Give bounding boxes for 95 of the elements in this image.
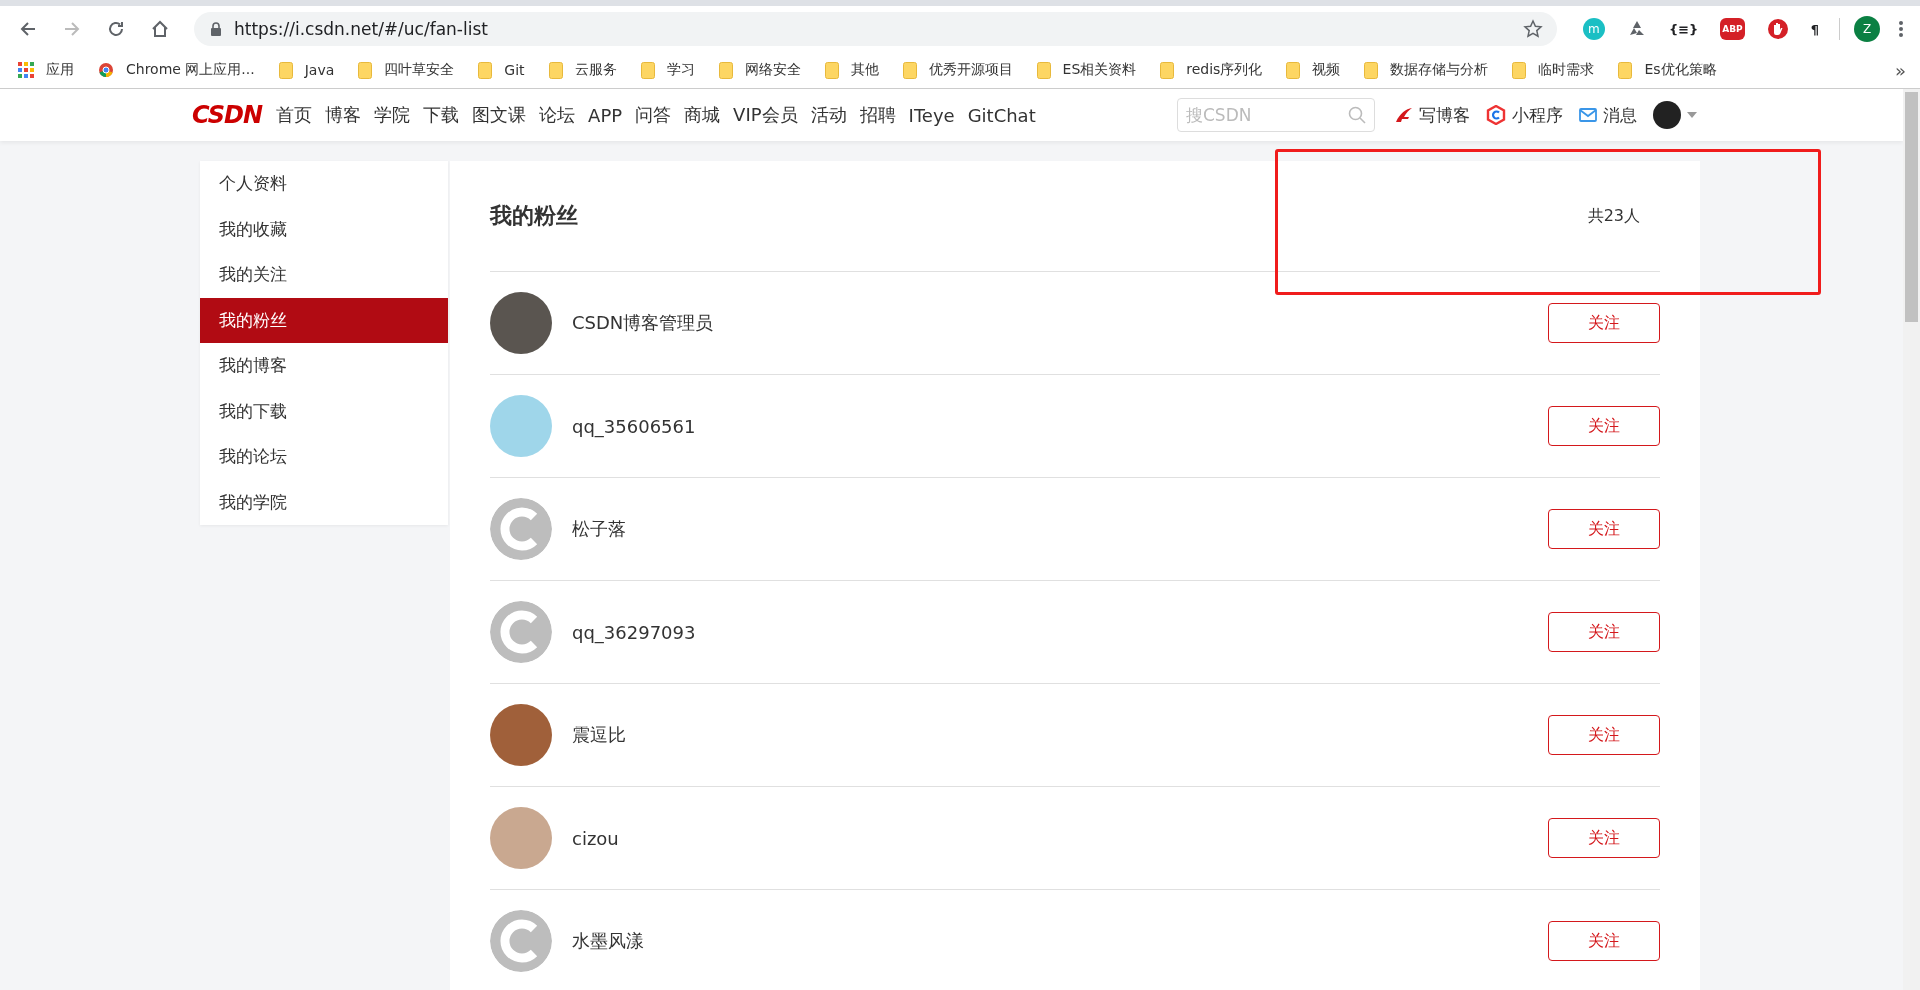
nav-link[interactable]: 学院 xyxy=(374,103,411,127)
scrollbar[interactable] xyxy=(1903,89,1920,990)
sidebar-item[interactable]: 我的博客 xyxy=(200,343,448,389)
scrollbar-thumb[interactable] xyxy=(1905,92,1918,322)
bookmark[interactable]: Java xyxy=(278,61,335,79)
bookmark[interactable]: 视频 xyxy=(1286,61,1341,79)
bookmark[interactable]: 临时需求 xyxy=(1512,61,1595,79)
nav-action-link[interactable]: 消息 xyxy=(1579,103,1637,127)
sidebar-item[interactable]: 我的学院 xyxy=(200,479,448,525)
csdn-logo[interactable]: CSDN xyxy=(192,101,263,129)
sidebar-item[interactable]: 我的粉丝 xyxy=(200,297,448,343)
follow-button[interactable]: 关注 xyxy=(1548,406,1660,446)
sidebar-item[interactable]: 我的关注 xyxy=(200,252,448,298)
quill-icon xyxy=(1395,107,1413,123)
user-name-link[interactable]: qq_35606561 xyxy=(572,415,696,437)
folder-icon xyxy=(358,61,373,79)
user-name-link[interactable]: 震逗比 xyxy=(572,723,626,747)
address-bar[interactable]: https://i.csdn.net/#/uc/fan-list xyxy=(194,12,1557,46)
folder-icon xyxy=(718,61,733,79)
bookmark[interactable]: 学习 xyxy=(640,61,695,79)
folder-icon xyxy=(1286,61,1301,79)
sidebar-item[interactable]: 我的论坛 xyxy=(200,434,448,480)
nav-link[interactable]: GitChat xyxy=(967,104,1036,126)
search-field[interactable]: 搜CSDN xyxy=(1177,98,1375,132)
bookmark[interactable]: 云服务 xyxy=(548,61,617,79)
bookmark[interactable]: redis序列化 xyxy=(1160,61,1263,79)
user-name-link[interactable]: cizou xyxy=(572,827,619,849)
nav-link[interactable]: 活动 xyxy=(810,103,847,127)
bookmark[interactable]: 优秀开源项目 xyxy=(902,61,1013,79)
user-name-link[interactable]: qq_36297093 xyxy=(572,621,696,643)
fan-count: 共23人 xyxy=(1587,205,1640,227)
apps-grid-icon xyxy=(18,62,34,78)
nav-link[interactable]: 问答 xyxy=(635,103,672,127)
follow-button[interactable]: 关注 xyxy=(1548,509,1660,549)
url-text: https://i.csdn.net/#/uc/fan-list xyxy=(234,19,488,39)
lock-icon xyxy=(210,22,222,36)
mail-icon xyxy=(1579,108,1597,122)
nav-link[interactable]: 下载 xyxy=(423,103,460,127)
folder-icon xyxy=(1036,61,1051,79)
follow-button[interactable]: 关注 xyxy=(1548,303,1660,343)
extension-icon[interactable]: {≡} xyxy=(1668,21,1699,37)
bookmark[interactable]: 网络安全 xyxy=(718,61,801,79)
bookmark[interactable]: Chrome 网上应用... xyxy=(98,61,255,79)
chrome-icon xyxy=(98,62,114,78)
folder-icon xyxy=(278,61,293,79)
bookmark[interactable]: 数据存储与分析 xyxy=(1364,61,1489,79)
star-icon[interactable] xyxy=(1522,19,1543,39)
nav-link[interactable]: 图文课 xyxy=(472,103,527,127)
bookmark[interactable]: ES相关资料 xyxy=(1036,61,1137,79)
adblock-icon[interactable]: ABP xyxy=(1720,18,1745,40)
sidebar-item[interactable]: 我的收藏 xyxy=(200,206,448,252)
nav-link[interactable]: 首页 xyxy=(276,103,313,127)
sidebar-item[interactable]: 个人资料 xyxy=(200,161,448,207)
home-icon[interactable] xyxy=(150,19,170,39)
nav-action-link[interactable]: 小程序 xyxy=(1486,103,1563,127)
user-name-link[interactable]: 松子落 xyxy=(572,517,626,541)
caret-icon[interactable] xyxy=(1687,112,1697,118)
nav-link[interactable]: ITeye xyxy=(908,104,955,126)
nav-link[interactable]: 论坛 xyxy=(539,103,576,127)
nav-link[interactable]: VIP会员 xyxy=(733,103,798,127)
bookmark[interactable]: 应用 xyxy=(18,61,74,79)
bookmark[interactable]: Es优化策略 xyxy=(1618,61,1717,79)
extension-icon[interactable]: ¶ xyxy=(1810,21,1819,37)
hand-icon[interactable] xyxy=(1766,18,1789,40)
more-bookmarks-button[interactable]: » xyxy=(1895,59,1906,81)
bookmark[interactable]: 其他 xyxy=(824,61,879,79)
follow-button[interactable]: 关注 xyxy=(1548,921,1660,961)
nav-link[interactable]: 博客 xyxy=(325,103,362,127)
nav-link[interactable]: APP xyxy=(588,104,623,126)
nav-link[interactable]: 商城 xyxy=(684,103,721,127)
follow-button[interactable]: 关注 xyxy=(1548,818,1660,858)
folder-icon xyxy=(902,61,917,79)
user-name-link[interactable]: CSDN博客管理员 xyxy=(572,311,714,335)
hexagon-c-icon xyxy=(1486,105,1506,125)
user-name-link[interactable]: 水墨风漾 xyxy=(572,929,644,953)
profile-avatar[interactable]: Z xyxy=(1854,16,1880,42)
reload-icon[interactable] xyxy=(106,19,126,39)
folder-icon xyxy=(1512,61,1527,79)
folder-icon xyxy=(1618,61,1633,79)
bookmark[interactable]: Git xyxy=(478,61,525,79)
folder-icon xyxy=(1160,61,1175,79)
menu-icon[interactable] xyxy=(1898,19,1904,39)
nav-action-link[interactable]: 写博客 xyxy=(1395,103,1470,127)
folder-icon xyxy=(548,61,563,79)
follow-button[interactable]: 关注 xyxy=(1548,715,1660,755)
sidebar-item[interactable]: 我的下载 xyxy=(200,388,448,434)
user-avatar[interactable] xyxy=(1653,101,1681,129)
folder-icon xyxy=(640,61,655,79)
follow-button[interactable]: 关注 xyxy=(1548,612,1660,652)
bookmark[interactable]: 四叶草安全 xyxy=(358,61,455,79)
folder-icon xyxy=(478,61,493,79)
nav-link[interactable]: 招聘 xyxy=(859,103,896,127)
folder-icon xyxy=(1364,61,1379,79)
folder-icon xyxy=(824,61,839,79)
page-title: 我的粉丝 xyxy=(490,202,579,230)
